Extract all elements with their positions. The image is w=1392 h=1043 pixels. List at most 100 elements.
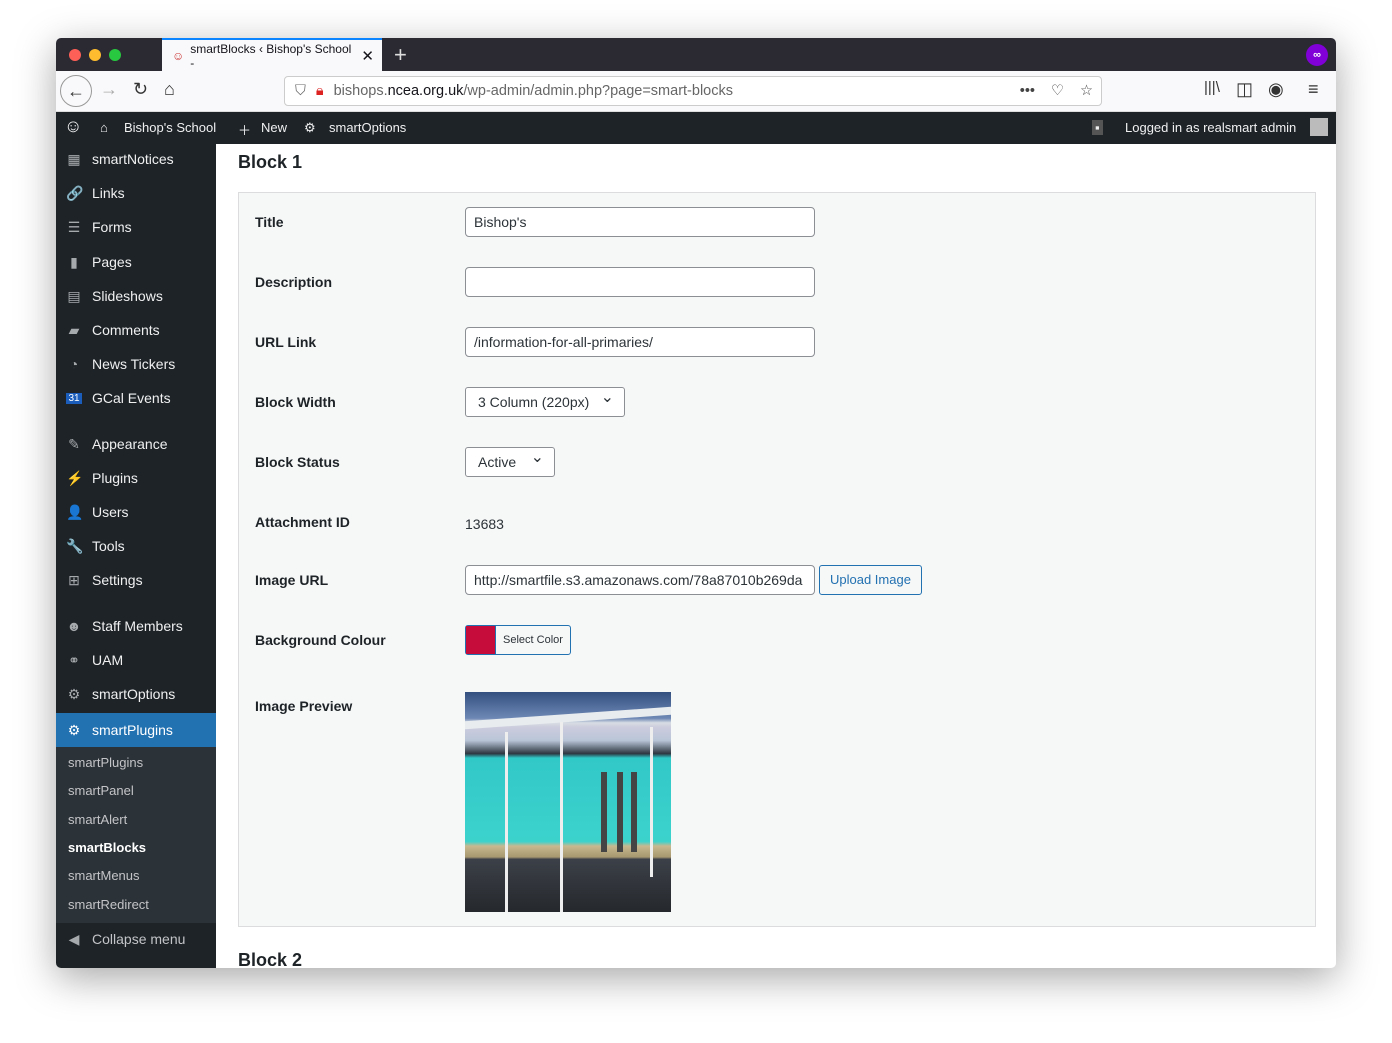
tab-smartblocks[interactable]: ☺ smartBlocks ‹ Bishop's School - ✕: [162, 38, 382, 71]
sidebar-item-gcal-events[interactable]: 31 GCal Events: [56, 383, 216, 413]
title-label: Title: [255, 214, 284, 230]
image-preview-label: Image Preview: [255, 698, 353, 714]
bookmark-star-icon[interactable]: ☆: [1080, 83, 1093, 99]
maximize-window-button[interactable]: [109, 49, 121, 61]
upload-image-button[interactable]: Upload Image: [819, 565, 922, 595]
sidebar-item-uam[interactable]: ⚭ UAM: [56, 645, 216, 675]
submenu-item-smartmenus[interactable]: smartMenus: [68, 868, 140, 883]
sidebar-item-label: smartOptions: [92, 686, 176, 702]
menu-item-icon: ⊞: [68, 571, 80, 588]
description-label: Description: [255, 274, 333, 290]
sidebar-item-forms[interactable]: ☰ Forms: [56, 212, 216, 242]
block-status-label: Block Status: [255, 454, 340, 470]
sidebar-item-label: GCal Events: [92, 390, 171, 406]
submenu-item-smartpanel[interactable]: smartPanel: [68, 783, 134, 798]
smartoptions-link[interactable]: smartOptions: [329, 120, 406, 135]
url-link-input[interactable]: /information-for-all-primaries/: [465, 327, 815, 357]
url-text: bishops.ncea.org.uk/wp-admin/admin.php?p…: [333, 83, 733, 99]
sidebar-item-smartnotices[interactable]: ▦ smartNotices: [56, 144, 216, 174]
menu-item-icon: ▰: [68, 321, 80, 338]
sidebar-item-label: Forms: [92, 219, 132, 235]
submenu-item-smartplugins[interactable]: smartPlugins: [68, 755, 143, 770]
sidebar-item-label: Appearance: [92, 436, 168, 452]
gear-icon: ⚙: [304, 120, 316, 135]
admin-sidebar: smartPlugins smartPanel smartAlert smartBlo…: [56, 144, 216, 968]
submenu-item-smartalert[interactable]: smartAlert: [68, 812, 127, 827]
menu-item-icon: ☰: [67, 218, 81, 235]
sidebar-item-settings[interactable]: ⊞ Settings: [56, 565, 216, 595]
new-tab-button[interactable]: +: [394, 42, 407, 68]
menu-icon[interactable]: ≡: [1308, 79, 1319, 100]
sidebar-item-label: Staff Members: [92, 618, 183, 634]
pocket-icon[interactable]: ♡: [1051, 83, 1064, 99]
sidebar-item-comments[interactable]: ▰ Comments: [56, 315, 216, 345]
menu-item-icon: ⚙: [67, 685, 81, 702]
menu-item-icon: ☻: [66, 618, 82, 634]
sidebar-item-users[interactable]: 👤 Users: [56, 497, 216, 527]
menu-item-icon: ⚙: [67, 721, 81, 738]
wp-admin-bar: ☺ ⌂ Bishop's School ＋ New ⚙ smartOptions…: [56, 112, 1336, 144]
minimize-window-button[interactable]: [89, 49, 101, 61]
sidebar-item-smartplugins[interactable]: ⚙ smartPlugins: [56, 713, 216, 747]
private-browsing-icon: ∞: [1306, 44, 1328, 66]
sidebar-item-appearance[interactable]: ✎ Appearance: [56, 429, 216, 459]
insecure-lock-icon: 🔒︎: [315, 83, 324, 99]
image-url-input[interactable]: http://smartfile.s3.amazonaws.com/78a870…: [465, 565, 815, 595]
sidebar-item-label: News Tickers: [92, 356, 176, 372]
sidebar-item-slideshows[interactable]: ▤ Slideshows: [56, 281, 216, 311]
sidebar-item-label: Slideshows: [92, 288, 163, 304]
url-bar[interactable]: ⛉ 🔒︎ bishops.ncea.org.uk/wp-admin/admin.p…: [284, 76, 1102, 106]
sidebar-item-tools[interactable]: 🔧 Tools: [56, 531, 216, 561]
sidebar-icon[interactable]: ◫: [1236, 79, 1253, 100]
tab-bar: ☺ smartBlocks ‹ Bishop's School - ✕ + ∞: [56, 38, 1336, 71]
title-input[interactable]: Bishop's: [465, 207, 815, 237]
block-1-panel: Title Bishop's Description URL Link /inf…: [238, 192, 1316, 927]
color-swatch: [466, 626, 496, 654]
account-icon[interactable]: ◉: [1268, 79, 1284, 100]
sidebar-item-pages[interactable]: ▮ Pages: [56, 247, 216, 277]
home-icon: ⌂: [100, 120, 108, 135]
collapse-icon: ◀: [68, 930, 80, 947]
submenu: smartPlugins smartPanel smartAlert smartBlo…: [56, 739, 216, 923]
shield-icon: ⛉: [295, 83, 306, 99]
collapse-menu-button[interactable]: ◀ Collapse menu: [56, 924, 216, 954]
sidebar-item-smartoptions[interactable]: ⚙ smartOptions: [56, 679, 216, 709]
image-preview: [465, 692, 671, 912]
menu-item-icon: ✎: [68, 435, 80, 452]
user-greeting[interactable]: Logged in as realsmart admin: [1125, 120, 1296, 135]
main-content: Block 1 Title Bishop's Description URL L…: [216, 144, 1336, 968]
site-name-link[interactable]: Bishop's School: [124, 120, 216, 135]
avatar[interactable]: [1310, 118, 1328, 136]
back-button[interactable]: ←: [60, 75, 92, 107]
sidebar-item-staff-members[interactable]: ☻ Staff Members: [56, 611, 216, 641]
new-link[interactable]: New: [261, 120, 287, 135]
block-2-heading: Block 2: [238, 950, 303, 968]
close-tab-icon[interactable]: ✕: [361, 47, 374, 65]
comment-icon[interactable]: ▪: [1092, 120, 1103, 135]
sidebar-item-label: Comments: [92, 322, 160, 338]
wordpress-logo-icon[interactable]: ☺: [64, 116, 82, 137]
menu-item-icon: 👤: [66, 503, 84, 520]
block-width-select[interactable]: 3 Column (220px): [465, 384, 625, 417]
block-1-heading: Block 1: [238, 152, 303, 172]
block-width-label: Block Width: [255, 394, 336, 410]
submenu-item-smartblocks[interactable]: smartBlocks: [68, 840, 146, 855]
reload-button[interactable]: ↻: [133, 79, 148, 100]
select-color-button[interactable]: Select Color: [465, 625, 571, 655]
sidebar-item-plugins[interactable]: ⚡ Plugins: [56, 463, 216, 493]
submenu-item-smartredirect[interactable]: smartRedirect: [68, 897, 149, 912]
sidebar-item-news-tickers[interactable]: ◔ News Tickers: [56, 349, 216, 379]
sidebar-item-label: Pages: [92, 254, 132, 270]
url-link-label: URL Link: [255, 334, 317, 350]
more-icon[interactable]: •••: [1020, 83, 1035, 99]
sidebar-item-links[interactable]: 🔗 Links: [56, 178, 216, 208]
plus-icon: ＋: [238, 123, 252, 138]
forward-button[interactable]: →: [100, 79, 118, 100]
home-button[interactable]: ⌂: [164, 79, 175, 100]
description-input[interactable]: [465, 267, 815, 297]
block-status-select[interactable]: Active: [465, 444, 555, 477]
image-url-label: Image URL: [255, 572, 329, 588]
library-icon[interactable]: |||\: [1204, 79, 1220, 96]
sidebar-item-label: smartPlugins: [92, 722, 173, 738]
close-window-button[interactable]: [69, 49, 81, 61]
